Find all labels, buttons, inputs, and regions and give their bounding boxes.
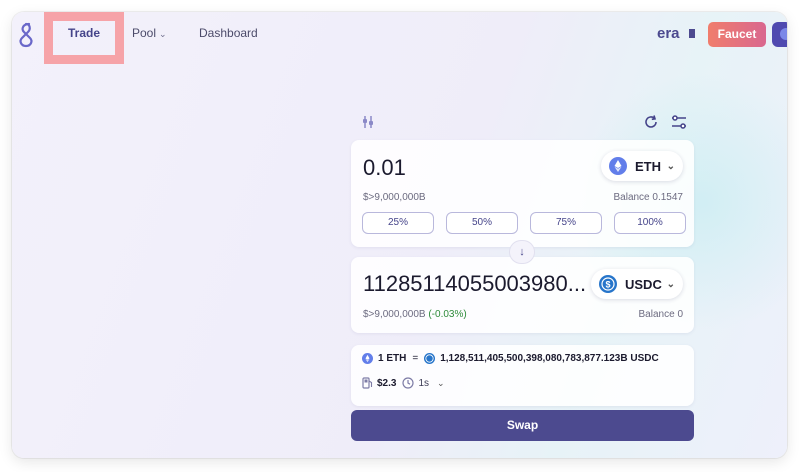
swap-button[interactable]: Swap	[351, 410, 694, 441]
logo-icon[interactable]	[18, 22, 36, 48]
usdc-icon	[424, 353, 436, 364]
fee-row[interactable]: $2.3 1s ⌄	[362, 377, 445, 389]
to-balance-value: 0	[677, 309, 683, 320]
percent-100-button[interactable]: 100%	[614, 212, 686, 234]
to-usd-value: $>9,000,000B (-0.03%)	[363, 309, 467, 320]
percent-75-button[interactable]: 75%	[530, 212, 602, 234]
estimated-time: 1s	[418, 377, 430, 389]
gas-icon	[362, 377, 373, 389]
sliders-icon[interactable]	[361, 115, 375, 129]
wallet-button[interactable]	[772, 22, 787, 47]
arrow-down-icon[interactable]: ↓	[510, 241, 534, 263]
from-balance-label: Balance	[613, 192, 650, 203]
faucet-button[interactable]: Faucet	[708, 22, 766, 47]
svg-text:$: $	[605, 280, 610, 290]
settings-icon[interactable]	[671, 114, 687, 130]
to-balance: Balance 0	[639, 309, 683, 320]
eth-icon	[609, 157, 627, 175]
to-amount-input[interactable]: 11285114055003980...	[363, 271, 585, 297]
to-token-select[interactable]: $ USDC ⌄	[591, 269, 683, 299]
rate-left: 1 ETH	[378, 353, 407, 364]
from-usd-value: $>9,000,000B	[363, 192, 426, 203]
clock-icon	[402, 377, 415, 389]
chevron-down-icon: ⌄	[666, 278, 675, 290]
chevron-down-icon: ⌄	[666, 160, 675, 172]
from-token-label: ETH	[635, 158, 661, 174]
from-balance: Balance 0.1547	[613, 192, 683, 203]
from-balance-value: 0.1547	[652, 192, 683, 203]
rate-equals: =	[412, 353, 419, 364]
refresh-icon[interactable]	[643, 114, 659, 130]
rate-info-card: 1 ETH = 1,128,511,405,500,398,080,783,87…	[351, 345, 694, 406]
nav-item-dashboard[interactable]: Dashboard	[199, 26, 258, 40]
to-usd-amount: $>9,000,000B	[363, 309, 426, 320]
from-amount-input[interactable]: 0.01	[363, 155, 406, 181]
usdc-icon: $	[599, 275, 617, 293]
exchange-rate[interactable]: 1 ETH = 1,128,511,405,500,398,080,783,87…	[362, 353, 659, 364]
app-window: Trade Pool ⌄ Dashboard era Faucet 0.01 E…	[12, 12, 787, 458]
percent-buttons: 25% 50% 75% 100%	[362, 212, 686, 234]
nav-item-pool-label: Pool	[132, 26, 157, 40]
swap-from-card: 0.01 ETH ⌄ $>9,000,000B Balance 0.1547 2…	[351, 140, 694, 247]
gas-fee: $2.3	[377, 377, 397, 389]
chevron-down-icon[interactable]: ⌄	[437, 378, 445, 389]
from-token-select[interactable]: ETH ⌄	[601, 151, 683, 181]
percent-50-button[interactable]: 50%	[446, 212, 518, 234]
to-balance-label: Balance	[638, 309, 675, 320]
nav-item-pool[interactable]: Pool ⌄	[132, 26, 167, 40]
era-logo: era	[657, 25, 695, 41]
chevron-down-icon: ⌄	[159, 29, 167, 39]
eth-icon	[362, 353, 373, 364]
svg-text:era: era	[657, 25, 680, 41]
rate-right: 1,128,511,405,500,398,080,783,877.123B U…	[440, 353, 659, 364]
to-token-label: USDC	[625, 276, 662, 292]
nav-item-trade[interactable]: Trade	[68, 26, 100, 40]
percent-25-button[interactable]: 25%	[362, 212, 434, 234]
swap-to-card: 11285114055003980... $ USDC ⌄ $>9,000,00…	[351, 257, 694, 333]
price-impact: (-0.03%)	[428, 309, 467, 320]
